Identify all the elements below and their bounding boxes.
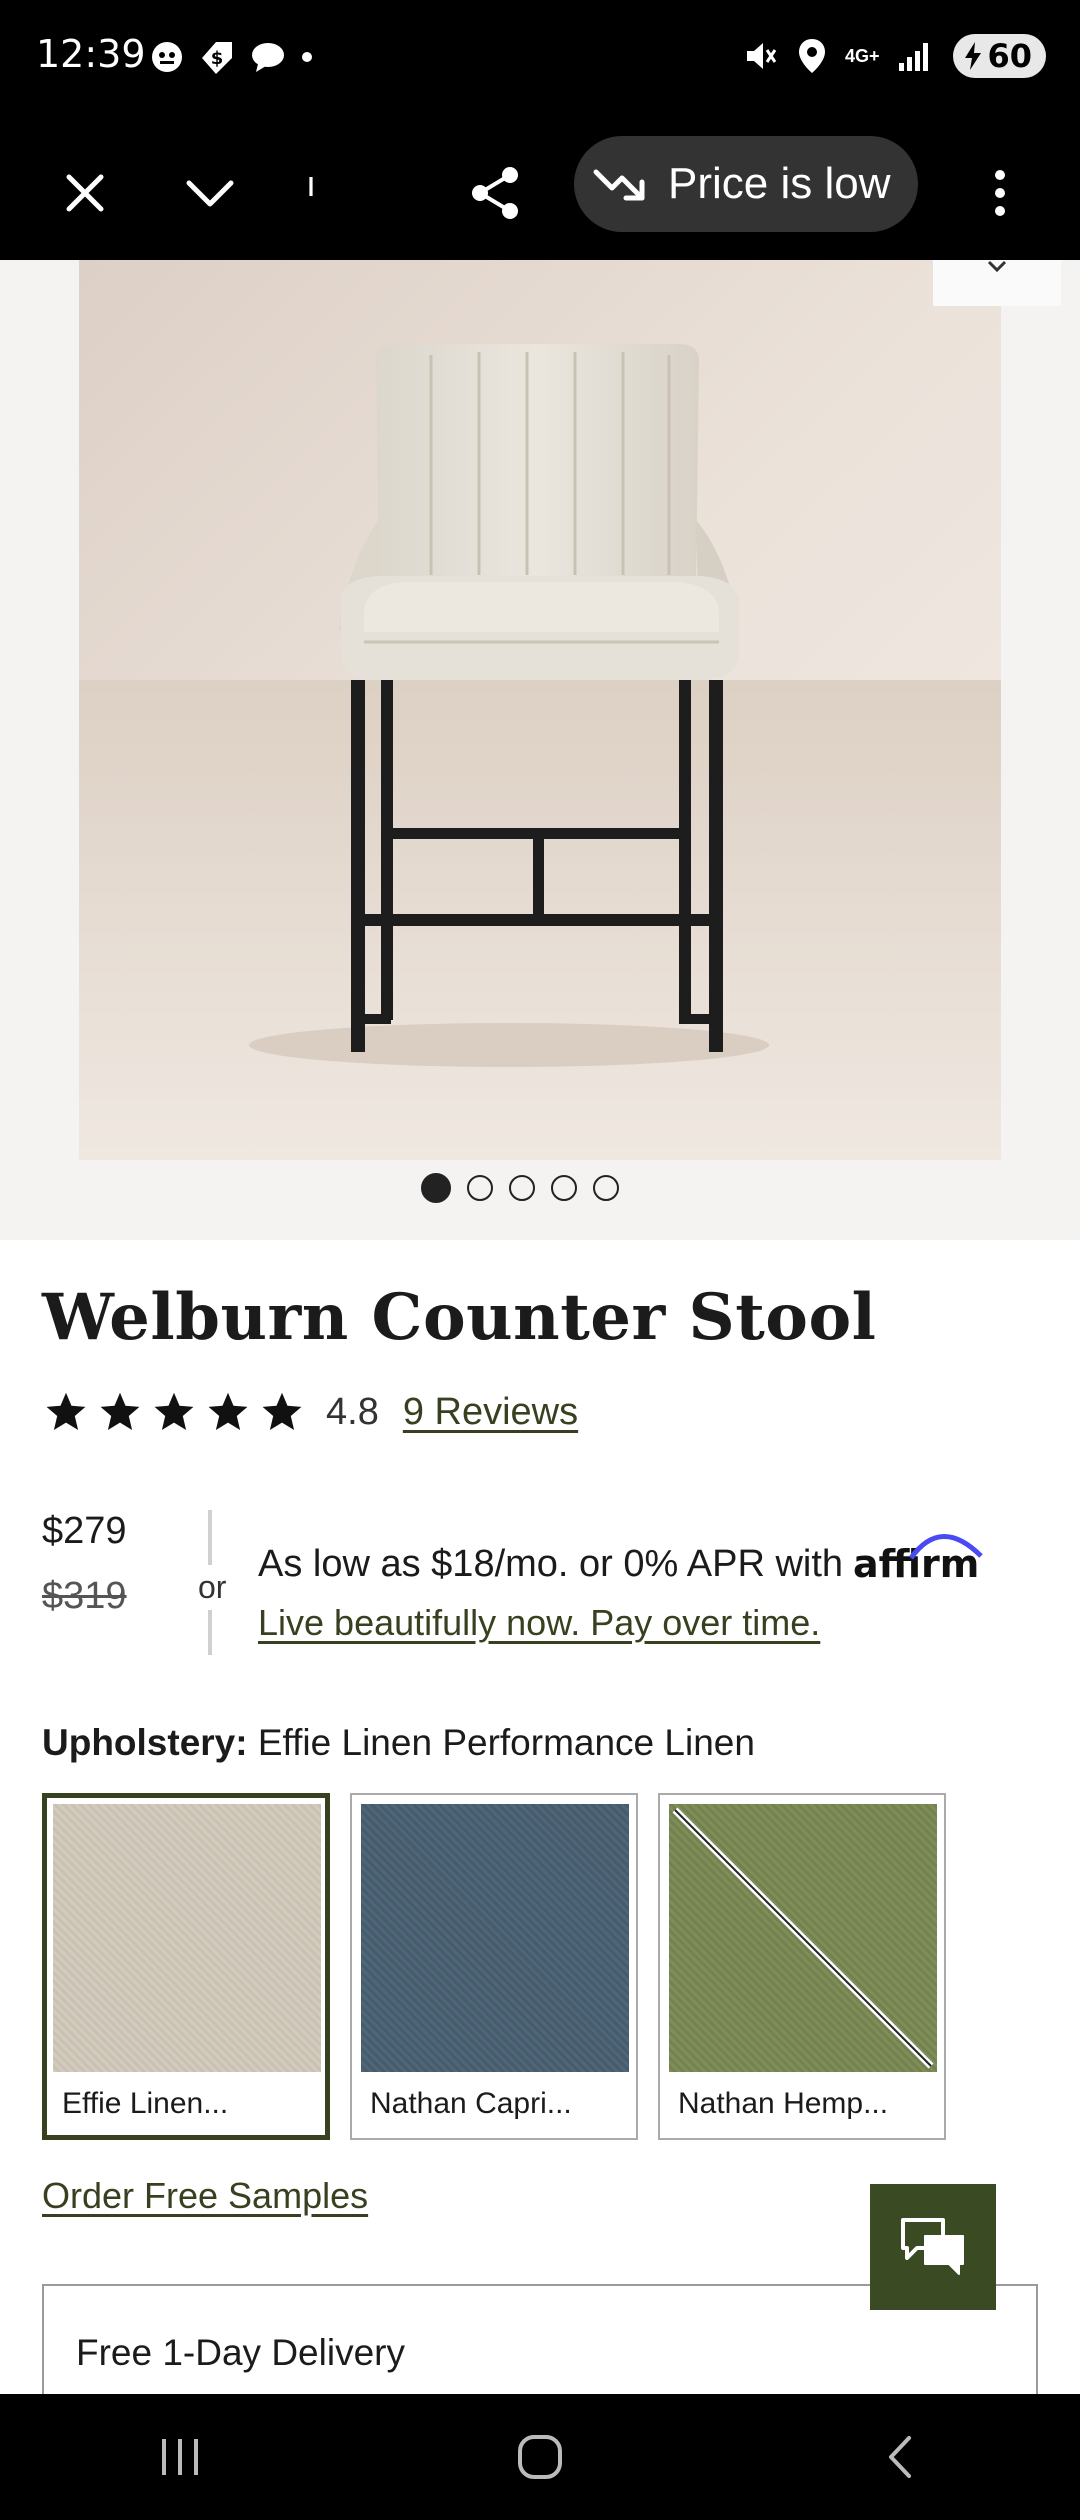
carousel-dot[interactable] [467, 1175, 493, 1201]
status-bar: 12:39 $ 4G+ 60 [0, 0, 1080, 125]
delivery-label: Free 1-Day Delivery [76, 2332, 405, 2373]
product-image[interactable] [79, 260, 1001, 1160]
price-pill-label: Price is low [668, 159, 891, 208]
or-label: or [196, 1565, 229, 1610]
recent-apps-icon [162, 2439, 198, 2475]
rating-value: 4.8 [326, 1390, 379, 1433]
collapse-button[interactable] [165, 125, 255, 260]
swatch-label: Nathan Capri... [370, 2087, 572, 2120]
swatch-image [669, 1804, 937, 2072]
share-button[interactable] [455, 125, 535, 260]
status-notification-icons: $ [150, 38, 314, 76]
mute-icon [746, 43, 777, 69]
stool-photo [79, 260, 1001, 1160]
chat-button[interactable] [870, 2184, 996, 2310]
back-icon [889, 2436, 911, 2478]
battery-level: 60 [987, 37, 1032, 75]
reviews-link[interactable]: 9 Reviews [403, 1391, 578, 1434]
more-options-button[interactable] [960, 125, 1040, 260]
app-notification-icon [152, 42, 182, 72]
home-button[interactable] [480, 2407, 600, 2507]
affirm-arc-icon [908, 1534, 983, 1560]
carousel-dot[interactable] [509, 1175, 535, 1201]
affirm-financing-label: As low as $18/mo. or 0% APR with [258, 1542, 844, 1585]
swatch-label: Nathan Hemp... [678, 2087, 889, 2120]
network-type-label: 4G+ [844, 46, 880, 66]
chevron-down-icon [186, 180, 234, 206]
back-button[interactable] [840, 2407, 960, 2507]
share-icon [472, 166, 518, 219]
wishlist-badge[interactable] [933, 260, 1061, 306]
rating-row: 4.8 9 Reviews [44, 1390, 578, 1434]
star-rating [44, 1390, 304, 1434]
price-original: $319 [42, 1575, 127, 1617]
price-tracking-pill[interactable]: Price is low [574, 136, 918, 232]
carousel-dot[interactable] [421, 1173, 451, 1203]
swatch-image [53, 1804, 321, 2072]
charging-bolt-icon [965, 42, 982, 70]
unavailable-slash-icon [672, 1807, 934, 2069]
browser-toolbar: ı [0, 125, 1080, 260]
star-icon [208, 1392, 248, 1430]
star-icon [154, 1392, 194, 1430]
price-current: $279 [42, 1510, 127, 1552]
price-tag-notification-icon: $ [202, 42, 232, 74]
price-block: $279 $319 [42, 1510, 127, 1618]
signal-icon [899, 43, 929, 71]
product-gallery [0, 260, 1080, 1240]
upholstery-label-value: Effie Linen Performance Linen [257, 1722, 755, 1763]
battery-indicator: 60 [953, 34, 1046, 78]
order-samples-link[interactable]: Order Free Samples [42, 2175, 368, 2217]
toolbar-partial-text: ı [306, 163, 317, 204]
upholstery-label: Upholstery: Effie Linen Performance Line… [42, 1722, 755, 1764]
close-icon [66, 174, 104, 211]
location-icon [798, 39, 825, 73]
star-icon [100, 1392, 140, 1430]
status-time: 12:39 [36, 32, 146, 76]
more-vertical-icon [995, 169, 1005, 216]
product-title: Welburn Counter Stool [42, 1280, 877, 1355]
recent-apps-button[interactable] [120, 2407, 240, 2507]
affirm-logo: affirm [853, 1534, 983, 1586]
carousel-dot[interactable] [593, 1175, 619, 1201]
swatch-nathan-hemp[interactable]: Nathan Hemp... [658, 1793, 946, 2140]
affirm-financing-text: As low as $18/mo. or 0% APR with affirm [258, 1534, 983, 1586]
upholstery-swatches: Effie Linen... Nathan Capri... Nathan He… [42, 1793, 946, 2140]
chevron-down-icon [987, 260, 1007, 273]
carousel-dots [0, 1173, 1060, 1203]
star-icon [262, 1392, 302, 1430]
swatch-nathan-capri[interactable]: Nathan Capri... [350, 1793, 638, 2140]
status-system-icons: 4G+ 60 [743, 34, 1046, 78]
star-icon [46, 1392, 86, 1430]
chat-bubbles-icon [901, 2218, 964, 2275]
swatch-image [361, 1804, 629, 2072]
close-button[interactable] [40, 125, 130, 260]
trending-down-icon [593, 169, 645, 201]
svg-text:$: $ [211, 48, 224, 69]
affirm-learn-more-link[interactable]: Live beautifully now. Pay over time. [258, 1602, 820, 1644]
more-notifications-dot-icon [302, 52, 312, 62]
home-icon [518, 2435, 562, 2479]
chat-notification-icon [252, 43, 284, 72]
swatch-effie-linen[interactable]: Effie Linen... [42, 1793, 330, 2140]
swatch-label: Effie Linen... [62, 2087, 229, 2120]
system-navigation-bar [0, 2394, 1080, 2520]
upholstery-label-key: Upholstery: [42, 1722, 248, 1763]
carousel-dot[interactable] [551, 1175, 577, 1201]
